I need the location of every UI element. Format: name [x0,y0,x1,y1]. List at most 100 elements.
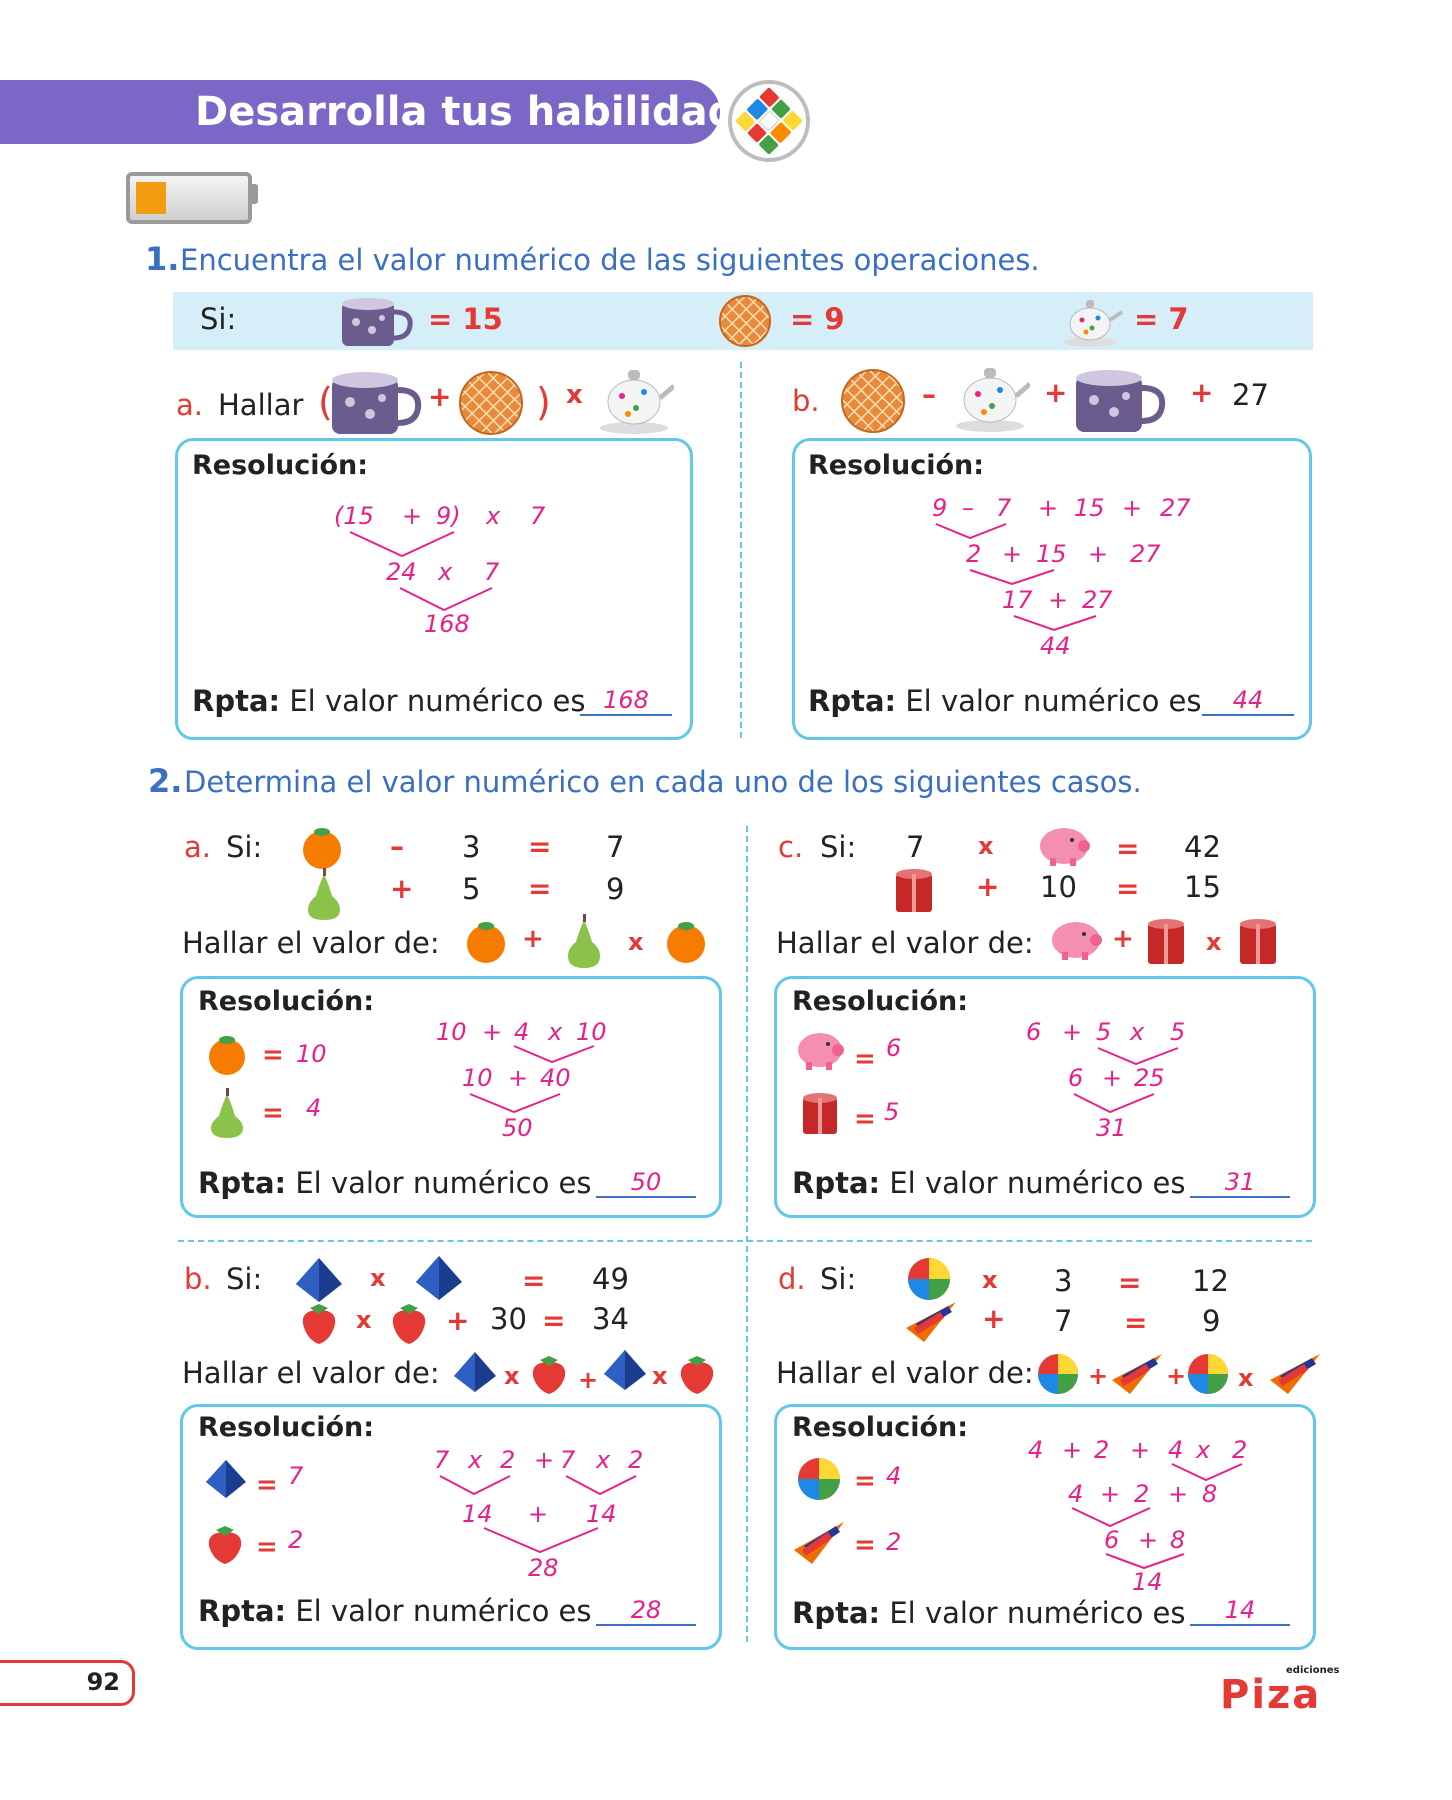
q2d-resolution-title: Resolución: [792,1412,969,1443]
q2a-eq2-eq: = [528,872,552,905]
q2-row-divider [178,1240,1312,1242]
work-token: 44 [1040,632,1071,660]
cup-value: = 15 [428,302,503,336]
orange-icon [209,1036,245,1075]
work-token: 7 [484,558,500,586]
cup-icon [332,372,422,434]
work-token: 6 [1068,1064,1084,1092]
work-token: 2 [628,1446,644,1474]
q2c-eq2-n: 10 [1040,870,1077,904]
work-token: 24 [386,558,417,586]
q2d-find-op1: + [1088,1362,1109,1390]
q1a-plus: + [428,380,452,413]
q2c-letter: c. [778,830,804,864]
work-token: 10 [576,1018,607,1046]
q2b-eq2-eq: = [542,1304,566,1337]
work-token: – [962,494,974,522]
work-token: 8 [1202,1480,1218,1508]
q2a-eq2-r: 9 [606,872,625,906]
work-token: + [1038,494,1059,522]
work-bracket [565,1475,637,1496]
q2a-eq1-op: – [390,830,404,863]
spinning-top-icon [906,1302,956,1342]
section-title: Desarrolla tus habilidades [195,89,788,135]
strawberry-icon [302,1304,336,1344]
work-bracket [483,1527,599,1554]
q2d-rpta: Rpta: El valor numérico es [792,1596,1186,1630]
work-token: 31 [1096,1114,1127,1142]
work-token: + [534,1446,555,1474]
work-token: 2 [1134,1480,1150,1508]
q2a-answer: 50 [596,1168,696,1198]
work-token: + [1168,1480,1189,1508]
q2c-eq2-op: + [976,870,1000,903]
pie-icon [459,371,523,435]
work-bracket [1013,615,1097,632]
work-token: + [402,502,423,530]
work-bracket [513,1045,595,1064]
page-number-tab: 92 [0,1660,135,1706]
q2a-eq2-op: + [390,872,414,905]
q2a-resolution-title: Resolución: [198,986,375,1017]
pie-value: = 9 [790,302,845,336]
q2a-find-op1: + [522,924,544,954]
work-token: 7 [434,1446,450,1474]
work-token: 27 [1160,494,1191,522]
q2c-si: Si: [820,830,857,864]
rpta-text: El valor numérico es [295,1166,592,1200]
q2d-find-op2: + [1166,1362,1187,1390]
q2d-eq1-eq: = [1118,1266,1142,1299]
rpta-label: Rpta: [198,1166,287,1200]
q1-column-divider [740,362,742,738]
q2c-eq2-r: 15 [1184,870,1221,904]
vals-eq: = [256,1470,278,1500]
q2a-eq1-r: 7 [606,830,625,864]
gift-box-icon [803,1093,837,1134]
pyramid-icon [454,1352,496,1392]
work-token: 8 [1170,1526,1186,1554]
piggy-bank-icon [1052,922,1102,960]
work-bracket [469,1093,561,1114]
pig-value: 6 [886,1034,902,1062]
q2b-letter: b. [184,1262,212,1296]
pyramid-icon [604,1350,646,1390]
q2c-eq2-eq: = [1116,872,1140,905]
piggy-bank-icon [798,1033,844,1070]
rpta-text: El valor numérico es [905,684,1202,718]
q2a-rpta: Rpta: El valor numérico es [198,1166,592,1200]
q2b-eq2-op1: x [356,1306,372,1334]
gift-box-icon [896,869,932,912]
work-token: x [486,502,501,530]
work-token: (15 [334,502,374,530]
strawberry-icon [680,1356,714,1394]
q2a-find-op2: x [628,928,644,956]
teapot-icon [956,368,1030,432]
work-token: + [528,1500,549,1528]
rpta-label: Rpta: [808,684,897,718]
q2d-eq2-eq: = [1124,1306,1148,1339]
q2c-eq1-n: 7 [906,830,925,864]
q1a-hallar: Hallar [218,388,304,422]
work-token: 14 [462,1500,493,1528]
strawberry-icon [208,1526,242,1564]
work-bracket [935,523,1007,540]
orange-value: 10 [296,1040,327,1068]
q1b-letter: b. [792,384,820,418]
q2d-find-op3: x [1238,1364,1254,1392]
rpta-text: El valor numérico es [295,1594,592,1628]
beach-ball-icon [1038,1354,1078,1394]
q1b-plus-2: + [1190,376,1214,409]
work-token: 27 [1082,586,1113,614]
q2a-find: Hallar el valor de: [182,926,440,960]
rubik-cube-icon [728,80,810,162]
orange-icon [467,922,505,963]
work-token: x [438,558,453,586]
q2b-find-op3: x [652,1362,668,1390]
orange-icon [667,922,705,963]
q1b-rpta: Rpta: El valor numérico es [808,684,1202,718]
pyramid-icon [206,1460,246,1498]
work-bracket [349,531,455,558]
gift-box-icon [1148,919,1184,964]
q2b-eq1-eq: = [522,1264,546,1297]
work-token: + [1130,1436,1151,1464]
